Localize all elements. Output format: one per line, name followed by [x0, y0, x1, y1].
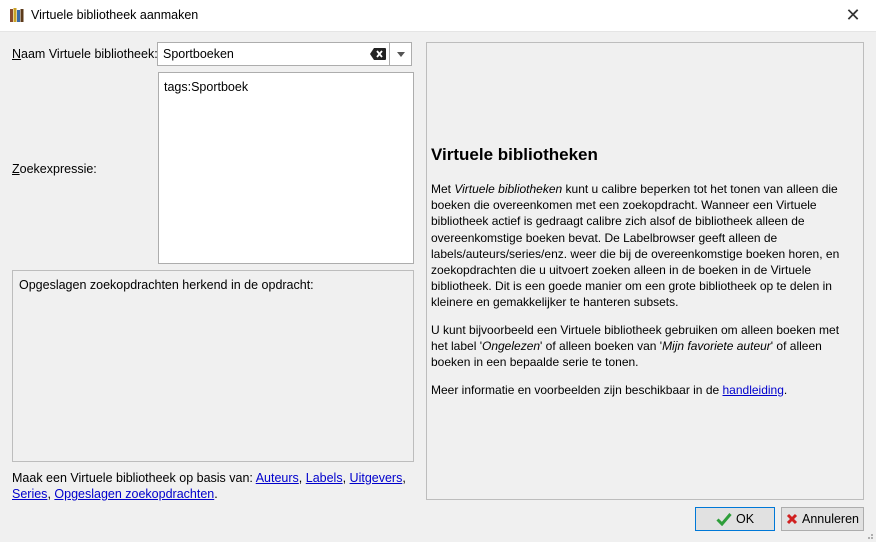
- library-name-combobox[interactable]: Sportboeken: [157, 42, 412, 66]
- saved-searches-panel: Opgeslagen zoekopdrachten herkend in de …: [12, 270, 414, 462]
- link-uitgevers[interactable]: Uitgevers: [350, 471, 403, 485]
- checkmark-icon: [716, 513, 732, 526]
- link-labels[interactable]: Labels: [306, 471, 343, 485]
- cancel-button[interactable]: Annuleren: [781, 507, 864, 531]
- calibre-books-icon: [10, 8, 24, 22]
- help-paragraph-1: Met Virtuele bibliotheken kunt u calibre…: [431, 182, 840, 310]
- saved-searches-text: Opgeslagen zoekopdrachten herkend in de …: [19, 278, 314, 292]
- help-paragraph-2: U kunt bijvoorbeeld een Virtuele bibliot…: [431, 323, 840, 370]
- search-expression-value[interactable]: tags:Sportboek: [164, 80, 248, 94]
- ok-label: OK: [735, 512, 755, 526]
- manual-link[interactable]: handleiding: [723, 383, 784, 397]
- library-name-value[interactable]: Sportboeken: [163, 47, 234, 61]
- search-expression-input[interactable]: tags:Sportboek: [158, 72, 414, 264]
- expression-label: Zoekexpressie:: [12, 162, 97, 176]
- window-title: Virtuele bibliotheek aanmaken: [31, 8, 199, 22]
- title-bar: Virtuele bibliotheek aanmaken ✕: [0, 0, 876, 32]
- link-auteurs[interactable]: Auteurs: [256, 471, 299, 485]
- x-mark-icon: [786, 513, 798, 525]
- help-heading: Virtuele bibliotheken: [431, 145, 598, 164]
- chevron-down-icon: [396, 51, 405, 57]
- dropdown-button[interactable]: [389, 43, 411, 65]
- link-saved-searches[interactable]: Opgeslagen zoekopdrachten: [54, 487, 214, 501]
- clear-text-icon[interactable]: [370, 48, 386, 60]
- help-paragraph-3: Meer informatie en voorbeelden zijn besc…: [431, 383, 788, 397]
- resize-grip-icon[interactable]: [864, 530, 874, 540]
- link-series[interactable]: Series: [12, 487, 47, 501]
- create-from-prefix: Maak een Virtuele bibliotheek op basis v…: [12, 471, 253, 485]
- close-icon: ✕: [845, 5, 861, 25]
- ok-button[interactable]: OK: [695, 507, 775, 531]
- create-from-links: Maak een Virtuele bibliotheek op basis v…: [12, 471, 406, 501]
- cancel-label: Annuleren: [802, 512, 859, 526]
- help-panel: Virtuele bibliotheken Met Virtuele bibli…: [426, 42, 864, 500]
- name-label: Naam Virtuele bibliotheek:: [12, 47, 158, 61]
- close-button[interactable]: ✕: [830, 0, 876, 31]
